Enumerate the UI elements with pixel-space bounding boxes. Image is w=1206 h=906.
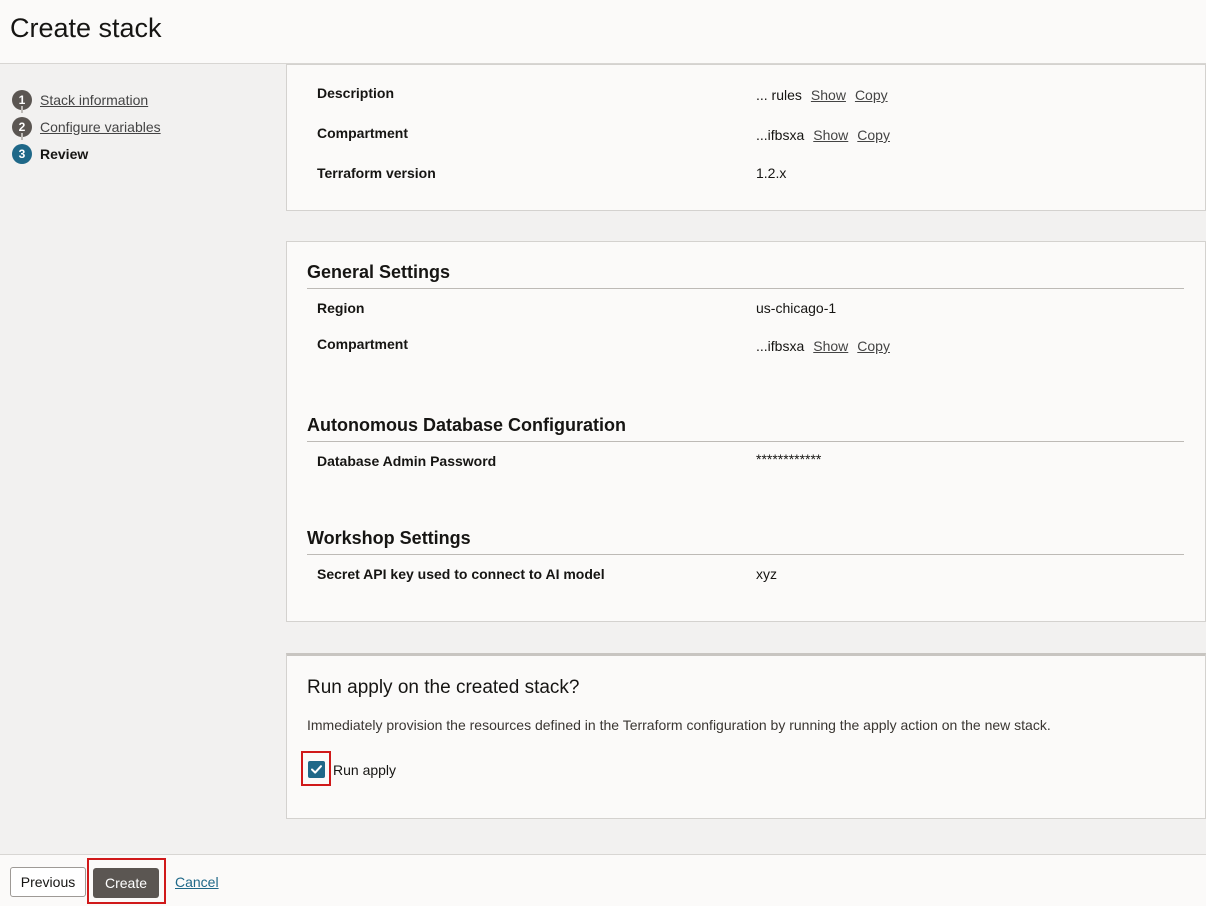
compartment-label: Compartment	[317, 125, 409, 141]
compartment-value-row: ...ifbsxa Show Copy	[756, 127, 890, 143]
section-divider	[307, 288, 1184, 289]
footer-actions: Previous Create Cancel	[0, 854, 1206, 906]
run-apply-checkbox[interactable]	[308, 761, 325, 778]
create-button[interactable]: Create	[93, 868, 159, 898]
db-admin-password-label: Database Admin Password	[317, 453, 497, 469]
gs-compartment-value-row: ...ifbsxa Show Copy	[756, 338, 890, 354]
gs-compartment-value: ...ifbsxa	[756, 338, 805, 354]
adb-config-title: Autonomous Database Configuration	[307, 415, 626, 435]
page-header: Create stack	[0, 0, 1206, 64]
step-label[interactable]: Stack information	[40, 92, 148, 108]
description-show-link[interactable]: Show	[811, 87, 846, 103]
step-connector	[21, 133, 23, 140]
step-number-3: 3	[12, 143, 32, 164]
section-divider	[307, 554, 1184, 555]
gs-compartment-label: Compartment	[317, 336, 409, 352]
compartment-value: ...ifbsxa	[756, 127, 805, 143]
description-copy-link[interactable]: Copy	[855, 87, 888, 103]
general-settings-title: General Settings	[307, 262, 451, 282]
step-stack-information[interactable]: 1 Stack information	[12, 86, 161, 113]
stack-info-panel: Description ... rules Show Copy Compartm…	[286, 64, 1206, 211]
compartment-show-link[interactable]: Show	[813, 127, 848, 143]
step-label: Review	[40, 145, 89, 162]
gs-compartment-show-link[interactable]: Show	[813, 338, 848, 354]
region-value: us-chicago-1	[756, 300, 837, 316]
step-review: 3 Review	[12, 140, 161, 167]
step-connector	[21, 106, 23, 113]
compartment-copy-link[interactable]: Copy	[857, 127, 890, 143]
secret-api-key-value: xyz	[756, 566, 777, 582]
terraform-version-label: Terraform version	[317, 165, 436, 181]
run-apply-description: Immediately provision the resources defi…	[307, 717, 1051, 733]
cancel-link[interactable]: Cancel	[175, 874, 219, 890]
secret-api-key-label: Secret API key used to connect to AI mod…	[317, 566, 605, 582]
section-divider	[307, 441, 1184, 442]
run-apply-highlight	[301, 751, 331, 786]
page-title: Create stack	[10, 13, 162, 43]
variables-panel: General Settings Region us-chicago-1 Com…	[286, 241, 1206, 622]
workshop-settings-title: Workshop Settings	[307, 528, 471, 548]
description-value-row: ... rules Show Copy	[756, 87, 888, 103]
region-label: Region	[317, 300, 365, 316]
run-apply-title: Run apply on the created stack?	[307, 677, 580, 698]
terraform-version-value: 1.2.x	[756, 165, 787, 181]
wizard-steps: 1 Stack information 2 Configure variable…	[12, 86, 161, 167]
step-label[interactable]: Configure variables	[40, 119, 161, 135]
description-label: Description	[317, 85, 395, 101]
run-apply-panel: Run apply on the created stack? Immediat…	[286, 653, 1206, 819]
checkmark-icon	[311, 765, 322, 774]
gs-compartment-copy-link[interactable]: Copy	[857, 338, 890, 354]
run-apply-label[interactable]: Run apply	[333, 762, 396, 778]
db-admin-password-value: ************	[756, 451, 822, 467]
previous-button[interactable]: Previous	[10, 867, 86, 897]
create-highlight: Create	[87, 858, 166, 904]
description-value: ... rules	[756, 87, 802, 103]
step-configure-variables[interactable]: 2 Configure variables	[12, 113, 161, 140]
